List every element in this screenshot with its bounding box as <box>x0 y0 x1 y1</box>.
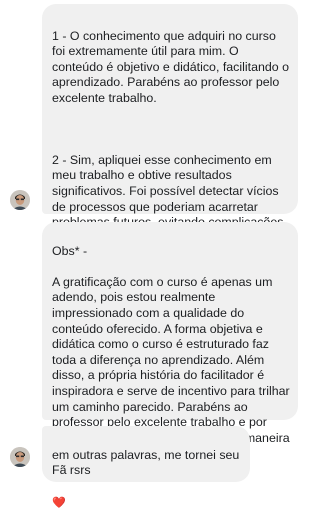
sender-avatar[interactable] <box>10 447 30 467</box>
heart-reaction-icon[interactable]: ❤️ <box>52 497 66 509</box>
user-avatar-icon <box>10 447 30 467</box>
message-bubble-1[interactable]: 1 - O conhecimento que adquiri no curso … <box>42 4 298 245</box>
message-bubble-3[interactable]: em outras palavras, me tornei seu Fã rsr… <box>42 426 250 509</box>
user-avatar-icon <box>10 190 30 210</box>
message-bubble-2[interactable]: Obs* - A gratificação com o curso é apen… <box>42 222 298 460</box>
message-1-paragraph-1: 1 - O conhecimento que adquiri no curso … <box>52 28 289 105</box>
message-2-heading: Obs* - <box>52 243 88 258</box>
sender-avatar[interactable] <box>10 190 30 210</box>
message-3-text: em outras palavras, me tornei seu Fã rsr… <box>52 447 240 478</box>
